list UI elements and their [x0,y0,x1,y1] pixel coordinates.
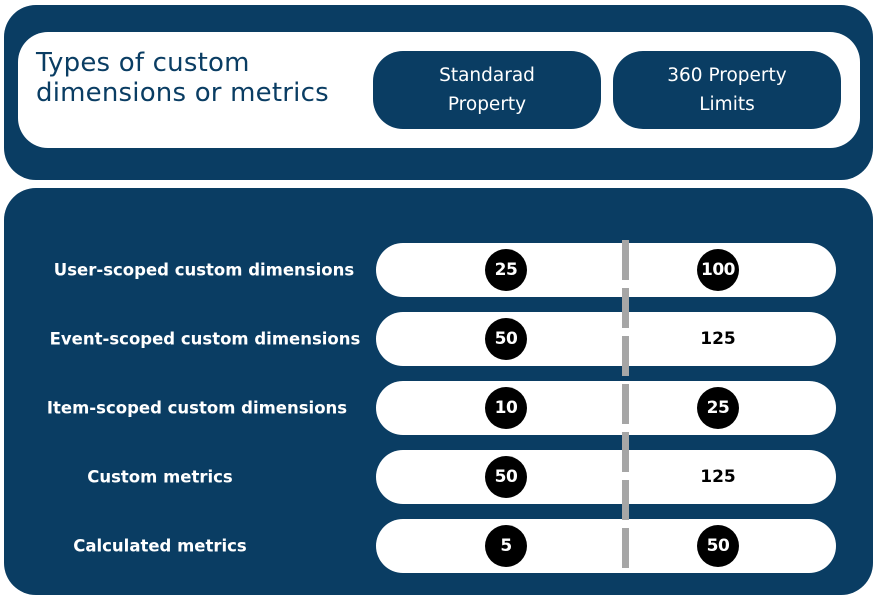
standard-property-value: 50 [485,456,527,498]
column-header-360-property-limits: 360 Property Limits [613,51,841,129]
table-row: 5 50 [376,519,836,573]
header-inner-card: Types of custom dimensions or metrics St… [18,32,860,148]
360-property-value: 125 [700,329,736,349]
standard-property-value: 25 [485,249,527,291]
row-label: Calculated metrics [73,536,247,556]
table-row: 50 125 [376,312,836,366]
table-row: 25 100 [376,243,836,297]
row-label: Event-scoped custom dimensions [49,329,361,349]
row-label: Custom metrics [87,467,233,487]
360-property-value: 125 [700,467,736,487]
standard-property-value: 50 [485,318,527,360]
standard-property-value: 10 [485,387,527,429]
column-header-standard-property: Standarad Property [373,51,601,129]
row-label: User-scoped custom dimensions [53,260,355,280]
table-row: 50 125 [376,450,836,504]
page-title: Types of custom dimensions or metrics [36,48,329,108]
row-label: Item-scoped custom dimensions [46,398,348,418]
360-property-value: 50 [697,525,739,567]
table-row: 10 25 [376,381,836,435]
header-panel: Types of custom dimensions or metrics St… [4,5,873,180]
360-property-value: 100 [697,249,739,291]
360-property-value: 25 [697,387,739,429]
standard-property-value: 5 [485,525,527,567]
column-divider [622,240,629,570]
